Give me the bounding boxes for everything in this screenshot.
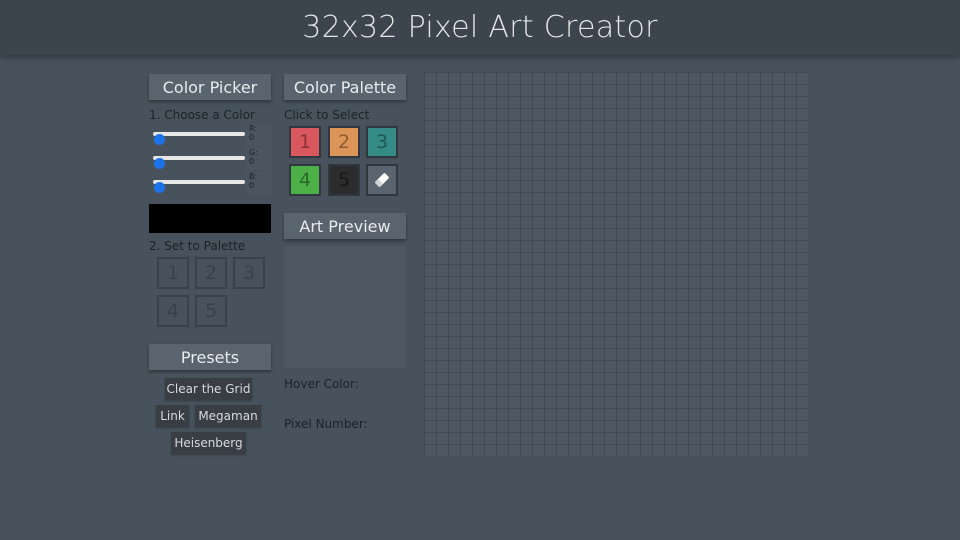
palette-slot-2[interactable]: 2 [195,257,227,289]
red-slider-thumb[interactable] [154,134,165,145]
preset-megaman-button[interactable]: Megaman [195,405,261,427]
palette-color-1[interactable]: 1 [289,126,321,158]
green-label: G: [249,148,258,157]
red-value: 0 [249,133,255,142]
current-color-swatch [149,204,271,233]
green-slider-thumb[interactable] [154,158,165,169]
choose-color-label: 1. Choose a Color [149,108,255,122]
red-slider[interactable] [153,132,245,145]
preset-link-button[interactable]: Link [156,405,189,427]
presets-title: Presets [149,344,271,370]
set-palette-label: 2. Set to Palette [149,239,246,253]
red-label: R: [249,124,258,133]
click-select-label: Click to Select [284,108,370,122]
palette-color-2[interactable]: 2 [328,126,360,158]
blue-slider-thumb[interactable] [154,182,165,193]
art-preview-title: Art Preview [284,213,406,239]
pixel-number-label: Pixel Number: [284,417,368,431]
red-value-box: R: 0 [246,124,271,146]
blue-slider[interactable] [153,180,245,193]
red-slider-row: R: 0 [149,124,271,146]
preset-heisenberg-button[interactable]: Heisenberg [171,432,246,454]
green-value-box: G: 0 [246,148,271,170]
color-palette-title: Color Palette [284,74,406,100]
palette-color-3[interactable]: 3 [366,126,398,158]
palette-color-4[interactable]: 4 [289,164,321,196]
palette-color-5[interactable]: 5 [328,164,360,196]
palette-slot-4[interactable]: 4 [157,295,189,327]
hover-color-label: Hover Color: [284,377,359,391]
palette-slot-5[interactable]: 5 [195,295,227,327]
pixel-grid-canvas[interactable] [424,72,808,456]
blue-label: B: [249,172,258,181]
color-picker-title: Color Picker [149,74,271,100]
blue-slider-row: B: 0 [149,172,271,194]
green-slider-row: G: 0 [149,148,271,170]
page-title: 32x32 Pixel Art Creator [302,10,658,45]
palette-slot-3[interactable]: 3 [233,257,265,289]
eraser-button[interactable] [366,164,398,196]
green-slider[interactable] [153,156,245,169]
blue-value: 0 [249,181,255,190]
blue-value-box: B: 0 [246,172,271,194]
green-value: 0 [249,157,255,166]
clear-grid-button[interactable]: Clear the Grid [165,378,252,400]
eraser-icon [375,173,389,187]
art-preview [284,246,406,368]
app-header: 32x32 Pixel Art Creator [0,0,960,55]
palette-slot-1[interactable]: 1 [157,257,189,289]
